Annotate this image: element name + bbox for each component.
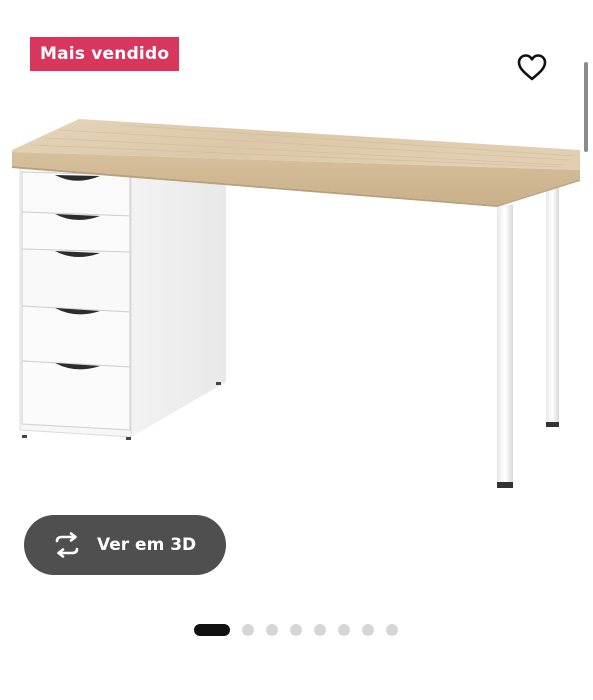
drawers bbox=[21, 171, 131, 431]
carousel-dot-4[interactable] bbox=[290, 624, 302, 636]
carousel-dot-2[interactable] bbox=[242, 624, 254, 636]
product-gallery-page: { "badge": { "label": "Mais vendido", "c… bbox=[0, 0, 593, 700]
view-in-3d-button[interactable]: Ver em 3D bbox=[24, 515, 226, 575]
carousel-dot-3[interactable] bbox=[266, 624, 278, 636]
rotate-3d-icon bbox=[55, 532, 79, 558]
view-in-3d-label: Ver em 3D bbox=[97, 535, 197, 555]
favorite-button[interactable] bbox=[516, 52, 548, 82]
carousel-dot-6[interactable] bbox=[338, 624, 350, 636]
desk-front-leg bbox=[497, 205, 513, 488]
carousel-dot-5[interactable] bbox=[314, 624, 326, 636]
best-seller-badge-label: Mais vendido bbox=[40, 44, 170, 64]
product-image bbox=[0, 100, 593, 500]
carousel-dot-8[interactable] bbox=[386, 624, 398, 636]
carousel-dot-7[interactable] bbox=[362, 624, 374, 636]
best-seller-badge: Mais vendido bbox=[30, 37, 180, 71]
desk-back-leg bbox=[546, 182, 559, 427]
carousel-dot-1[interactable] bbox=[194, 624, 230, 636]
heart-icon bbox=[517, 54, 547, 81]
carousel-pagination bbox=[194, 623, 410, 637]
